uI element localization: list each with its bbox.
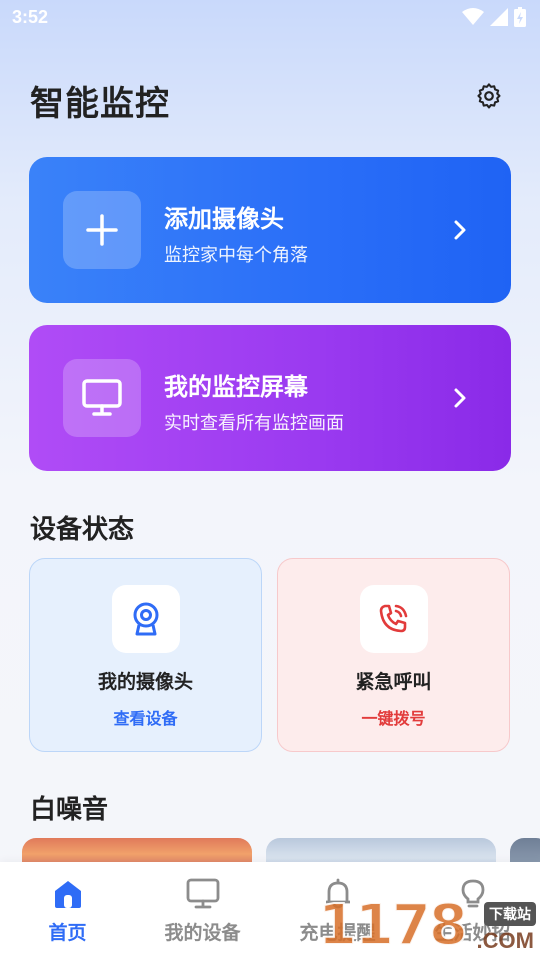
card-title: 我的监控屏幕: [164, 373, 308, 401]
monitor-icon: [82, 379, 122, 416]
phone-call-icon: [379, 604, 408, 633]
status-icons: [462, 7, 526, 27]
settings-button[interactable]: [474, 81, 504, 111]
emergency-call-card[interactable]: 紧急呼叫 一键拨号: [277, 558, 510, 752]
status-time: 3:52: [12, 7, 49, 27]
chevron-right-icon: [454, 220, 466, 240]
one-key-dial-link[interactable]: 一键拨号: [278, 705, 509, 729]
gear-icon: [477, 83, 501, 109]
watermark-badge: 下载站: [484, 902, 536, 926]
add-camera-card[interactable]: 添加摄像头 监控家中每个角落: [29, 157, 511, 303]
tab-home[interactable]: 首页: [0, 862, 135, 960]
camera-icon-box: [112, 585, 180, 653]
tab-label: 首页: [48, 922, 87, 944]
chevron-right-icon: [454, 388, 466, 408]
tab-label: 我的设备: [164, 922, 241, 944]
add-camera-icon-box: [63, 191, 141, 269]
site-watermark: 1178 下载站 .COM: [317, 893, 540, 960]
emergency-call-label: 紧急呼叫: [355, 671, 432, 693]
phone-icon-box: [360, 585, 428, 653]
watermark-number: 1178: [317, 893, 469, 958]
home-icon: [54, 881, 81, 908]
plus-icon: [86, 214, 118, 246]
my-camera-label: 我的摄像头: [97, 671, 193, 693]
wifi-icon: [462, 8, 484, 25]
monitor-screen-icon-box: [63, 359, 141, 437]
device-status-heading: 设备状态: [30, 515, 135, 545]
watermark-suffix: .COM: [476, 928, 534, 953]
monitor-icon: [186, 878, 219, 909]
my-camera-card[interactable]: 我的摄像头 查看设备: [29, 558, 262, 752]
status-bar: 3:52: [0, 0, 540, 36]
signal-icon: [490, 8, 508, 26]
tab-my-devices[interactable]: 我的设备: [135, 862, 270, 960]
page-title: 智能监控: [30, 84, 170, 124]
view-device-link[interactable]: 查看设备: [30, 705, 261, 729]
card-subtitle: 实时查看所有监控画面: [164, 413, 344, 434]
white-noise-heading: 白噪音: [30, 795, 109, 825]
monitor-screen-card[interactable]: 我的监控屏幕 实时查看所有监控画面: [29, 325, 511, 471]
card-title: 添加摄像头: [164, 205, 284, 233]
card-subtitle: 监控家中每个角落: [164, 245, 308, 266]
webcam-icon: [133, 602, 159, 636]
battery-charging-icon: [514, 7, 526, 27]
